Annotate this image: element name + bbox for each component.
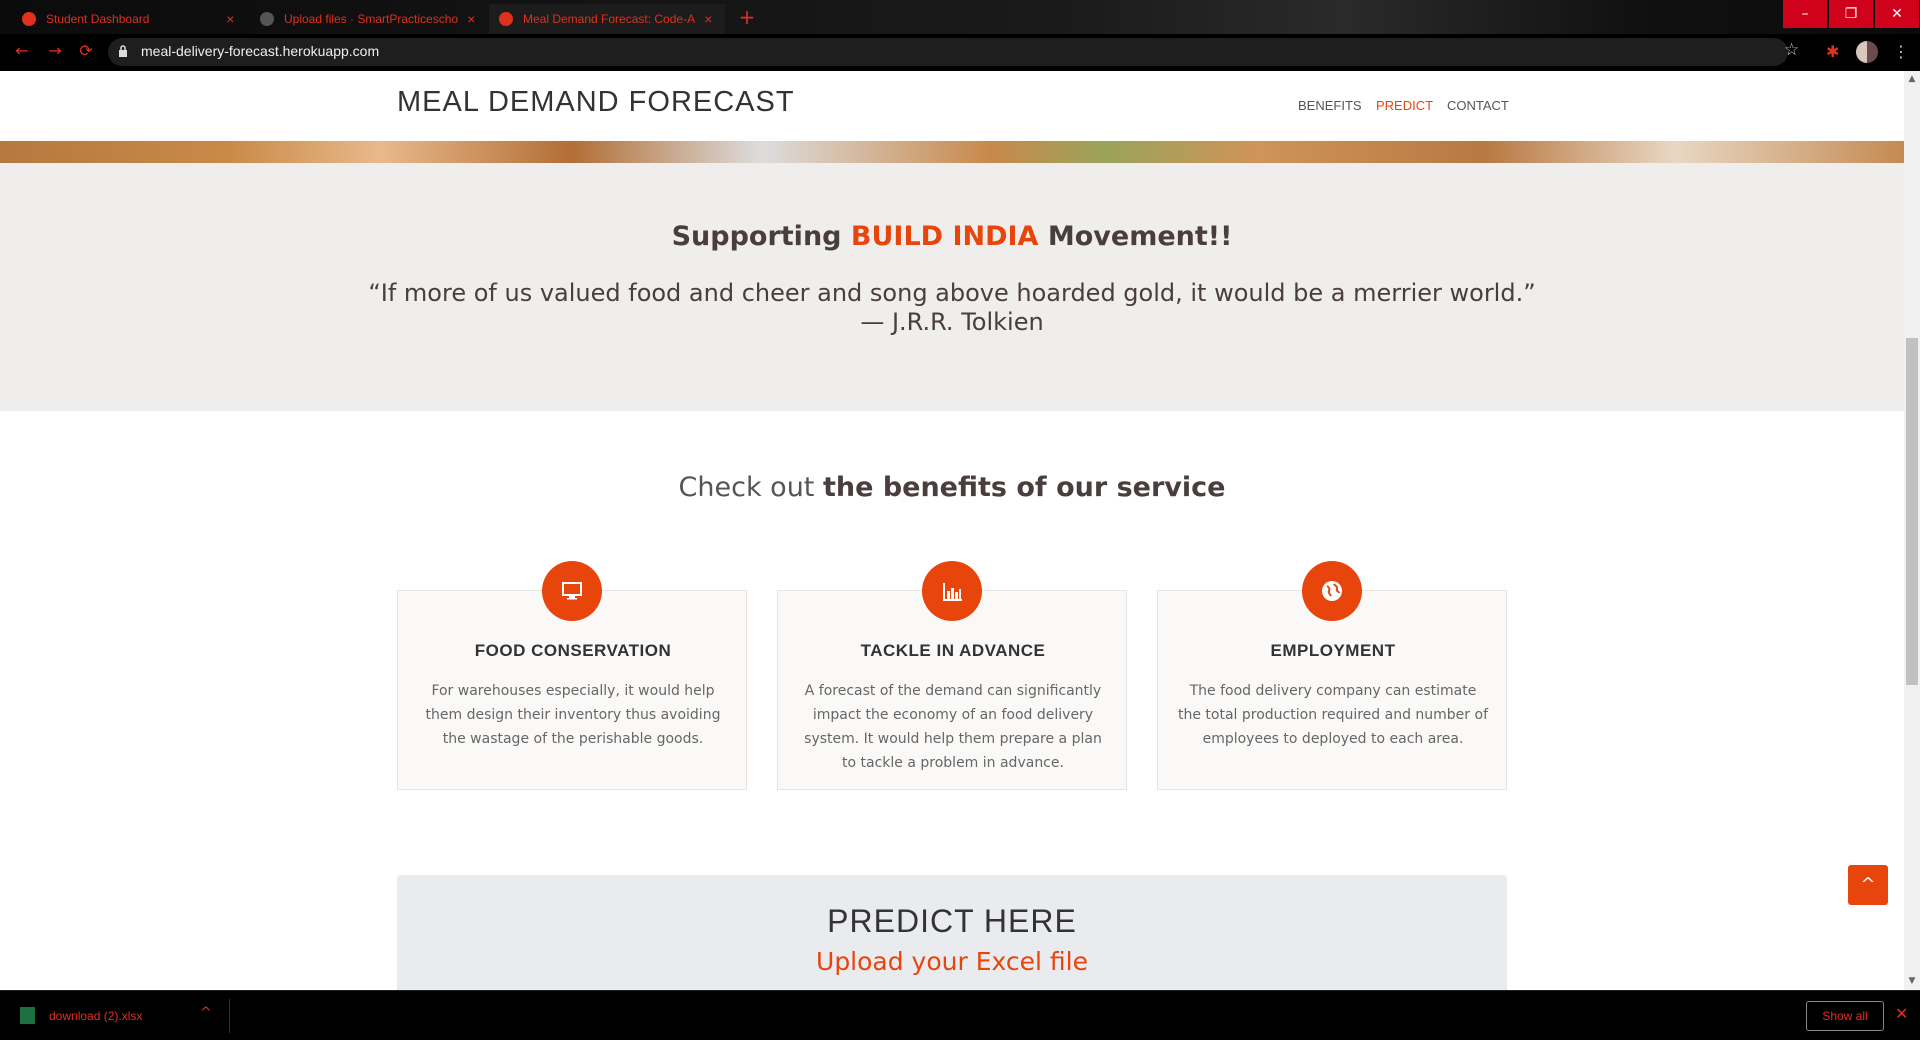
scroll-down-arrow-icon[interactable]: ▼ bbox=[1906, 976, 1918, 986]
chrome-favicon-icon bbox=[22, 12, 36, 26]
slogan-prefix: Supporting bbox=[671, 221, 851, 252]
nav-contact[interactable]: CONTACT bbox=[1447, 98, 1509, 113]
browser-menu-icon[interactable]: ⋮ bbox=[1893, 42, 1909, 61]
download-options-chevron-icon[interactable]: ^ bbox=[200, 1005, 212, 1021]
quote-section: Supporting BUILD INDIA Movement!! “If mo… bbox=[0, 163, 1904, 411]
globe-icon bbox=[1302, 561, 1362, 621]
github-favicon-icon bbox=[260, 12, 274, 26]
benefits-heading: Check out the benefits of our service bbox=[0, 472, 1904, 503]
nav-predict[interactable]: PREDICT bbox=[1376, 98, 1433, 113]
back-button[interactable]: ← bbox=[10, 41, 34, 60]
scroll-up-arrow-icon[interactable]: ▲ bbox=[1906, 74, 1918, 84]
predict-subtitle: Upload your Excel file bbox=[816, 947, 1088, 976]
card-text: For warehouses especially, it would help… bbox=[425, 683, 721, 747]
nav-benefits[interactable]: BENEFITS bbox=[1298, 98, 1362, 113]
site-brand[interactable]: MEAL DEMAND FORECAST bbox=[397, 86, 795, 119]
slogan-suffix: Movement!! bbox=[1038, 221, 1233, 252]
tab-close-icon[interactable]: × bbox=[702, 11, 715, 27]
tab-close-icon[interactable]: × bbox=[464, 11, 478, 27]
tab-label: Student Dashboard bbox=[46, 12, 150, 26]
forward-button[interactable]: → bbox=[43, 41, 67, 60]
tab-label: Meal Demand Forecast: Code-A... bbox=[523, 12, 696, 26]
url-text[interactable]: meal-delivery-forecast.herokuapp.com bbox=[141, 43, 379, 59]
card-title: FOOD CONSERVATION bbox=[474, 641, 672, 660]
predict-title: PREDICT HERE bbox=[827, 903, 1077, 939]
quote-text: “If more of us valued food and cheer and… bbox=[368, 279, 1536, 307]
browser-chrome: Student Dashboard × Upload files · Smart… bbox=[0, 0, 1920, 71]
benefits-heading-prefix: Check out bbox=[678, 472, 823, 503]
chrome-favicon-icon bbox=[499, 12, 513, 26]
tab-upload-files[interactable]: Upload files · SmartPracticescho... × bbox=[250, 4, 488, 34]
scrollbar-thumb[interactable] bbox=[1906, 338, 1918, 685]
lock-icon bbox=[119, 45, 127, 57]
minimize-button[interactable]: – bbox=[1783, 0, 1827, 28]
excel-file-icon bbox=[20, 1007, 35, 1024]
new-tab-button[interactable]: + bbox=[735, 6, 759, 30]
slogan-heading: Supporting BUILD INDIA Movement!! bbox=[0, 221, 1904, 252]
close-window-button[interactable]: ✕ bbox=[1875, 0, 1919, 28]
monitor-icon bbox=[542, 561, 602, 621]
card-title: TACKLE IN ADVANCE bbox=[860, 641, 1046, 660]
tab-meal-demand-forecast[interactable]: Meal Demand Forecast: Code-A... × bbox=[489, 4, 725, 34]
tab-close-icon[interactable]: × bbox=[224, 11, 237, 27]
bar-chart-icon bbox=[922, 561, 982, 621]
hero-food-image bbox=[0, 141, 1904, 163]
profile-avatar[interactable] bbox=[1856, 41, 1878, 63]
back-to-top-button[interactable]: ^ bbox=[1848, 865, 1888, 905]
reload-button[interactable]: ⟳ bbox=[74, 41, 98, 60]
extensions-icon[interactable]: ✱ bbox=[1826, 42, 1842, 61]
web-page: MEAL DEMAND FORECAST BENEFITS PREDICT CO… bbox=[0, 71, 1904, 990]
slogan-accent: BUILD INDIA bbox=[850, 221, 1039, 252]
download-divider bbox=[229, 999, 230, 1033]
restore-button[interactable]: ❐ bbox=[1829, 0, 1873, 28]
download-shelf: download (2).xlsx ^ Show all ✕ bbox=[0, 990, 1920, 1040]
download-filename[interactable]: download (2).xlsx bbox=[49, 1009, 142, 1023]
tab-student-dashboard[interactable]: Student Dashboard × bbox=[12, 4, 247, 34]
tab-label: Upload files · SmartPracticescho... bbox=[284, 12, 459, 26]
site-header: MEAL DEMAND FORECAST BENEFITS PREDICT CO… bbox=[0, 71, 1904, 141]
card-title: EMPLOYMENT bbox=[1270, 641, 1396, 660]
bookmark-star-icon[interactable]: ☆ bbox=[1784, 40, 1799, 60]
card-text: A forecast of the demand can significant… bbox=[804, 683, 1102, 771]
close-download-shelf-icon[interactable]: ✕ bbox=[1895, 1004, 1908, 1023]
show-all-button[interactable]: Show all bbox=[1806, 1001, 1884, 1031]
predict-section: PREDICT HERE Upload your Excel file bbox=[397, 875, 1507, 990]
quote-author: — J.R.R. Tolkien bbox=[860, 308, 1044, 336]
card-text: The food delivery company can estimate t… bbox=[1178, 683, 1488, 747]
benefits-heading-bold: the benefits of our service bbox=[822, 472, 1226, 503]
